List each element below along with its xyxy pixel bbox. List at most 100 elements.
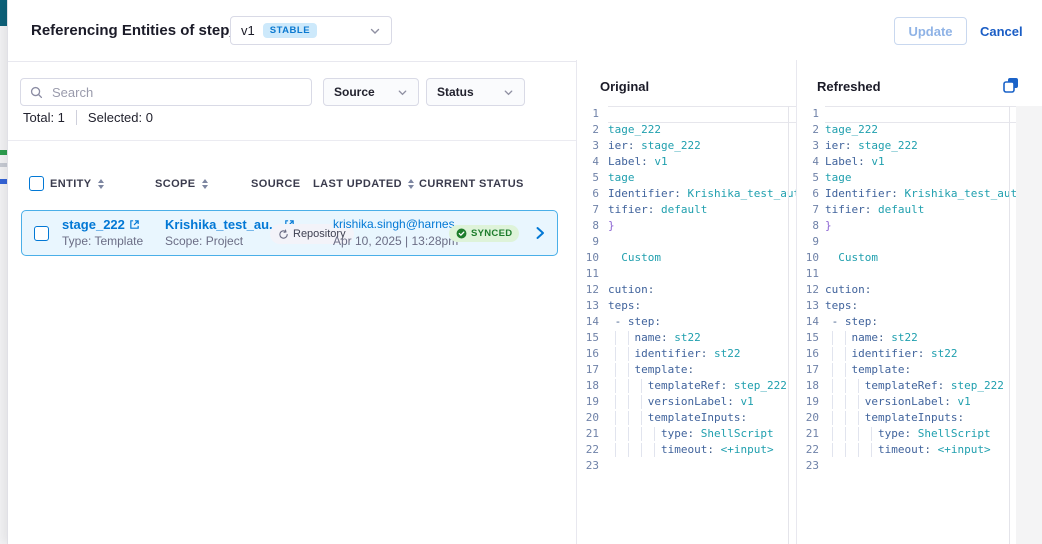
code-text: Label: v1 xyxy=(608,154,796,170)
indent-guide xyxy=(845,443,846,457)
indent-guide xyxy=(832,331,833,345)
code-line: 21 type: ShellScript xyxy=(797,426,1042,442)
code-text: versionLabel: v1 xyxy=(608,394,796,410)
code-text xyxy=(608,234,796,250)
code-text: - step: xyxy=(608,314,796,330)
chevron-down-icon xyxy=(397,87,408,98)
column-header-entity[interactable]: ENTITY xyxy=(50,178,104,190)
page-title: Referencing Entities of step_222 xyxy=(31,22,263,39)
background-nav-sliver xyxy=(0,0,7,26)
code-text: templateRef: step_222 xyxy=(608,378,796,394)
code-line: 20 templateInputs: xyxy=(577,410,796,426)
version-select[interactable]: v1 STABLE xyxy=(230,16,392,45)
code-line: 13teps: xyxy=(797,298,1042,314)
code-line: 9 xyxy=(797,234,1042,250)
selected-count: Selected: 0 xyxy=(88,110,153,125)
code-line: 17 template: xyxy=(577,362,796,378)
copy-button[interactable] xyxy=(1002,74,1024,96)
chevron-down-icon xyxy=(369,25,381,37)
code-text xyxy=(608,106,796,122)
indent-guide xyxy=(628,347,629,361)
indent-guide xyxy=(615,427,616,441)
code-line: 1 xyxy=(797,106,1042,122)
indent-guide xyxy=(845,347,846,361)
indent-guide xyxy=(832,347,833,361)
code-area-refreshed[interactable]: 12tage_2223ier: stage_2224Label: v15tage… xyxy=(797,106,1042,544)
indent-guide xyxy=(871,427,872,441)
indent-guide xyxy=(628,363,629,377)
code-text: cution: xyxy=(608,282,796,298)
status-label: SYNCED xyxy=(471,228,512,239)
line-number: 5 xyxy=(797,170,819,186)
code-line: 13teps: xyxy=(577,298,796,314)
line-number: 8 xyxy=(797,218,819,234)
code-line: 1 xyxy=(577,106,796,122)
code-line: 2tage_222 xyxy=(797,122,1042,138)
background-fragment xyxy=(0,179,7,184)
code-text: name: st22 xyxy=(608,330,796,346)
external-link-icon[interactable] xyxy=(129,219,140,230)
cancel-button[interactable]: Cancel xyxy=(974,17,1029,45)
code-text: identifier: st22 xyxy=(608,346,796,362)
code-line: 7tifier: default xyxy=(797,202,1042,218)
line-number: 4 xyxy=(797,154,819,170)
code-line: 14 - step: xyxy=(577,314,796,330)
indent-guide xyxy=(628,395,629,409)
line-number: 16 xyxy=(577,346,599,362)
line-number: 9 xyxy=(797,234,819,250)
select-all-checkbox[interactable] xyxy=(29,176,44,191)
code-line: 2tage_222 xyxy=(577,122,796,138)
line-number: 7 xyxy=(577,202,599,218)
search-input[interactable] xyxy=(50,84,302,101)
code-line: 14 - step: xyxy=(797,314,1042,330)
pane-title-refreshed: Refreshed xyxy=(817,79,881,94)
indent-guide xyxy=(628,427,629,441)
code-line: 3ier: stage_222 xyxy=(577,138,796,154)
line-number: 22 xyxy=(797,442,819,458)
status-filter-label: Status xyxy=(437,85,474,99)
line-number: 12 xyxy=(797,282,819,298)
column-header-last-updated[interactable]: LAST UPDATED xyxy=(313,178,414,190)
scope-link[interactable]: Krishika_test_au... xyxy=(165,217,280,232)
line-number: 6 xyxy=(797,186,819,202)
indent-guide xyxy=(832,411,833,425)
code-text xyxy=(608,458,796,474)
line-number: 19 xyxy=(797,394,819,410)
table-row[interactable]: stage_222 Type: Template Krishika_test_a… xyxy=(21,210,558,256)
code-line: 12cution: xyxy=(577,282,796,298)
line-number: 13 xyxy=(577,298,599,314)
indent-guide xyxy=(845,331,846,345)
line-number: 4 xyxy=(577,154,599,170)
indent-guide xyxy=(641,427,642,441)
line-number: 15 xyxy=(797,330,819,346)
line-number: 3 xyxy=(797,138,819,154)
code-line: 9 xyxy=(577,234,796,250)
search-box[interactable] xyxy=(20,78,312,106)
code-line: 12cution: xyxy=(797,282,1042,298)
status-filter-select[interactable]: Status xyxy=(426,78,525,106)
updated-by-link[interactable]: krishika.singh@harnes... xyxy=(333,217,465,232)
source-filter-select[interactable]: Source xyxy=(323,78,419,106)
row-checkbox[interactable] xyxy=(34,226,49,241)
line-number: 23 xyxy=(797,458,819,474)
indent-guide xyxy=(615,331,616,345)
code-line: 15 name: st22 xyxy=(577,330,796,346)
column-header-scope[interactable]: SCOPE xyxy=(155,178,208,190)
code-text: tage xyxy=(608,170,796,186)
code-text: type: ShellScript xyxy=(608,426,796,442)
code-area-original[interactable]: 12tage_2223ier: stage_2224Label: v15tage… xyxy=(577,106,796,544)
chevron-right-icon[interactable] xyxy=(533,225,547,241)
update-button[interactable]: Update xyxy=(894,17,967,45)
code-line: 18 templateRef: step_222 xyxy=(797,378,1042,394)
entity-link[interactable]: stage_222 xyxy=(62,217,125,232)
code-line: 16 identifier: st22 xyxy=(577,346,796,362)
line-number: 16 xyxy=(797,346,819,362)
code-line: 22 timeout: <+input> xyxy=(797,442,1042,458)
indent-guide xyxy=(654,443,655,457)
column-header-current-status: CURRENT STATUS xyxy=(419,178,524,190)
code-line: 15 name: st22 xyxy=(797,330,1042,346)
indent-guide xyxy=(858,411,859,425)
modal-header: Referencing Entities of step_222 v1 STAB… xyxy=(8,0,1042,62)
line-number: 10 xyxy=(797,250,819,266)
code-text: templateInputs: xyxy=(608,410,796,426)
